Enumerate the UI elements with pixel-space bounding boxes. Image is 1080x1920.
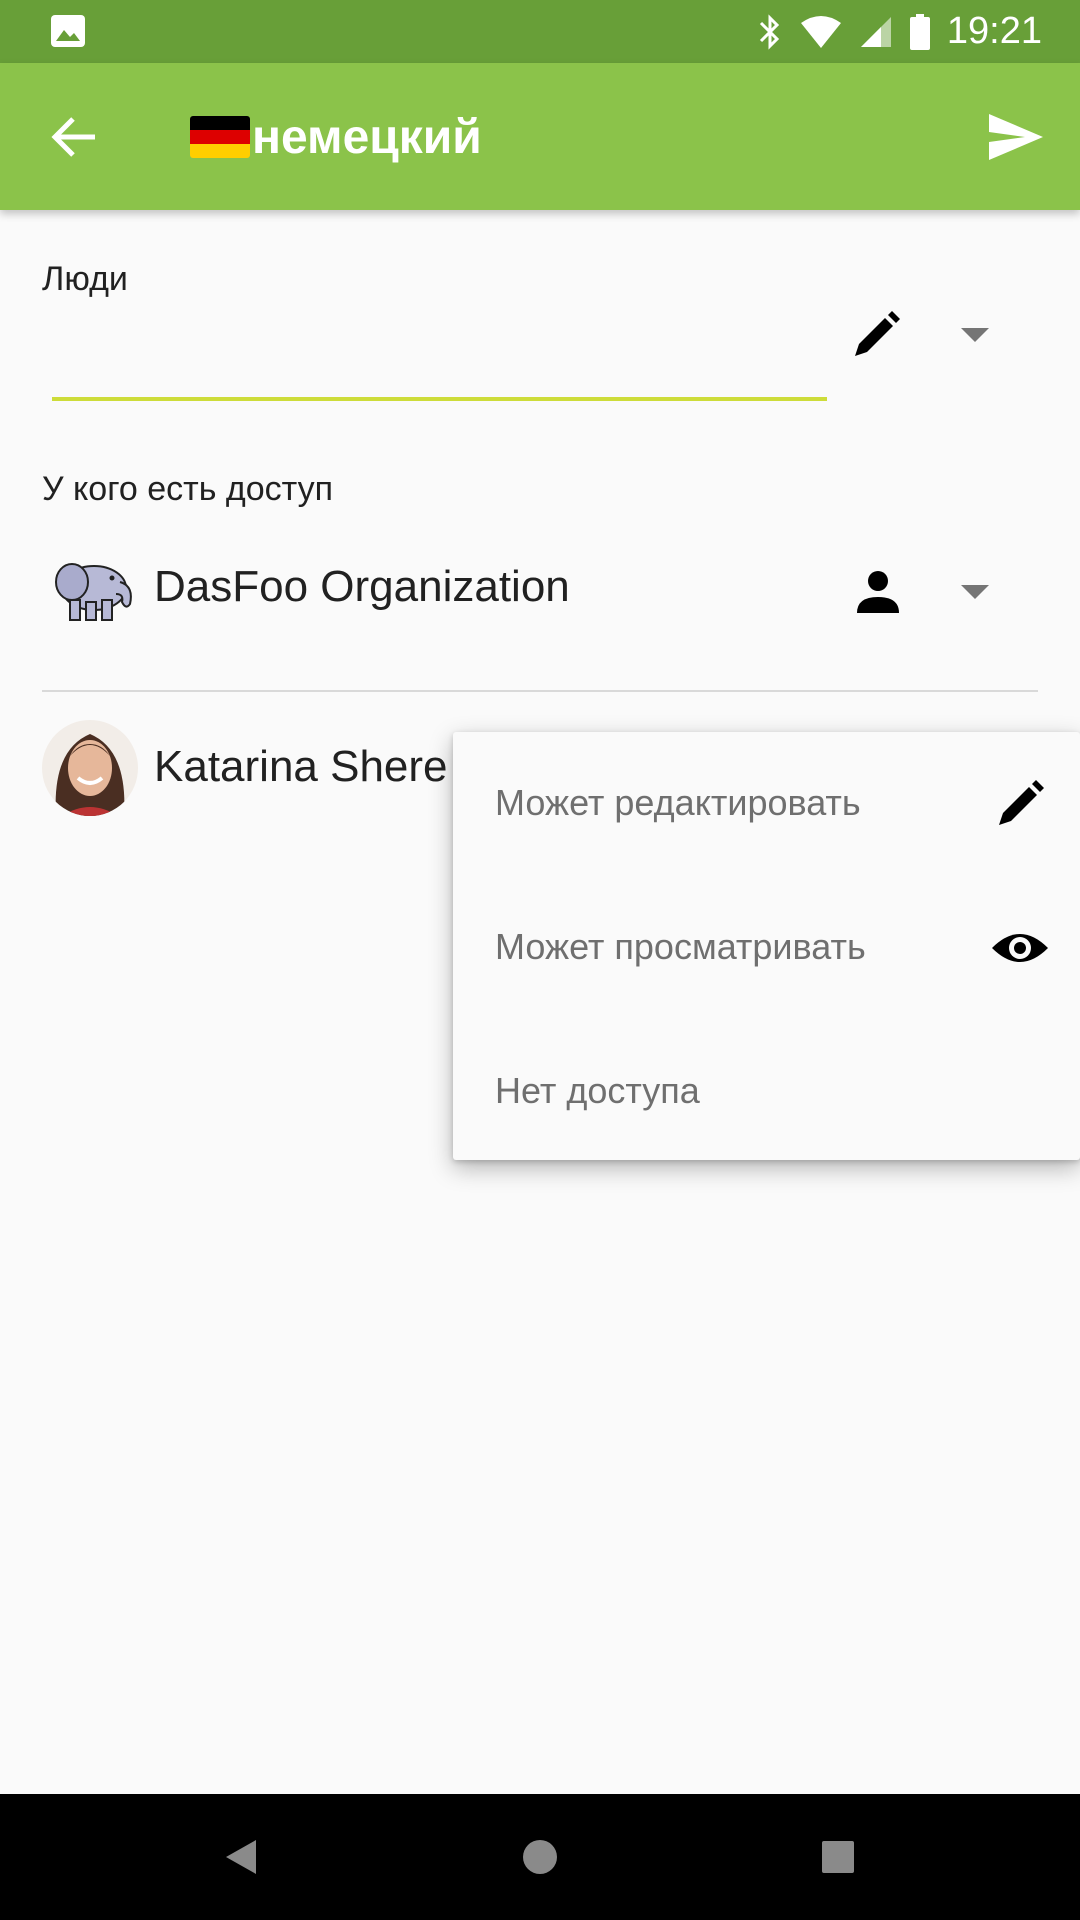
nav-home-button[interactable] <box>505 1822 575 1892</box>
page-title: немецкий <box>252 110 482 164</box>
send-icon <box>989 114 1043 160</box>
permission-menu: Может редактировать Может просматривать … <box>453 732 1080 1160</box>
triangle-down-icon <box>961 585 989 599</box>
menu-item-can-edit[interactable]: Может редактировать <box>453 732 1080 876</box>
battery-icon <box>909 13 930 50</box>
status-time: 19:21 <box>946 10 1042 52</box>
divider <box>42 690 1038 692</box>
menu-item-label: Может редактировать <box>495 782 861 823</box>
recents-square-icon <box>822 1841 854 1873</box>
user-photo-avatar <box>42 720 138 816</box>
back-triangle-icon <box>226 1840 256 1874</box>
pencil-icon <box>855 311 900 356</box>
permission-edit-button[interactable] <box>844 303 908 367</box>
permission-indicator[interactable] <box>848 562 908 622</box>
germany-flag-icon <box>190 116 250 158</box>
nav-recents-button[interactable] <box>803 1822 873 1892</box>
access-entry-organization[interactable]: DasFoo Organization <box>42 540 1038 650</box>
send-button[interactable] <box>982 103 1050 171</box>
person-icon <box>857 571 899 613</box>
app-bar: немецкий <box>0 63 1080 210</box>
bluetooth-icon <box>759 13 780 50</box>
pencil-icon <box>990 774 1050 834</box>
back-button[interactable] <box>40 103 108 171</box>
access-entry-name: Katarina Shere <box>154 742 448 791</box>
permission-dropdown-button[interactable] <box>955 315 995 355</box>
people-input-underline <box>52 397 827 401</box>
wifi-icon <box>800 15 841 48</box>
elephant-avatar <box>42 540 138 636</box>
access-entry-name: DasFoo Organization <box>154 562 570 611</box>
app-bar-title-area: немецкий <box>190 103 482 171</box>
nav-back-button[interactable] <box>206 1822 276 1892</box>
people-input[interactable] <box>52 320 831 392</box>
menu-item-label: Может просматривать <box>495 926 866 967</box>
menu-item-label: Нет доступа <box>495 1070 700 1111</box>
status-icons: 19:21 <box>757 0 1042 63</box>
eye-icon <box>990 918 1050 978</box>
people-label: Люди <box>42 260 128 298</box>
menu-item-no-access[interactable]: Нет доступа <box>453 1020 1080 1164</box>
access-label: У кого есть доступ <box>42 470 333 508</box>
triangle-down-icon <box>961 328 989 342</box>
permission-dropdown-button[interactable] <box>955 572 995 612</box>
home-circle-icon <box>523 1840 557 1874</box>
arrow-back-icon <box>51 117 95 157</box>
image-icon <box>51 15 85 47</box>
cell-signal-icon <box>860 16 891 47</box>
navigation-bar <box>0 1794 1080 1920</box>
status-bar: 19:21 <box>0 0 1080 63</box>
menu-item-can-view[interactable]: Может просматривать <box>453 876 1080 1020</box>
